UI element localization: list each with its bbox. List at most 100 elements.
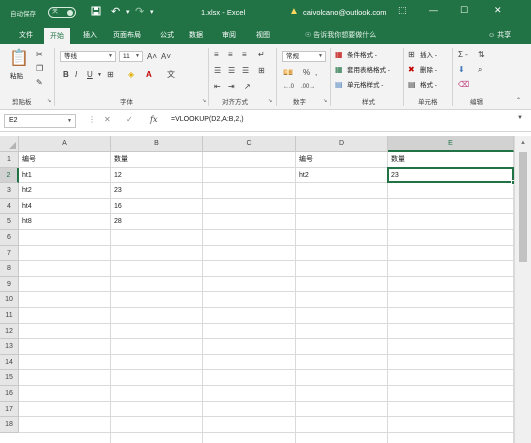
italic-button[interactable]: I	[75, 70, 77, 80]
insert-cells-button[interactable]: 插入 -	[420, 51, 437, 60]
account-email[interactable]: caivolcano@outlook.com	[303, 8, 387, 17]
cell-b2[interactable]: 12	[111, 168, 203, 184]
row-header-14[interactable]: 14	[0, 354, 19, 371]
cell-styles-button[interactable]: 单元格样式 -	[347, 81, 383, 90]
fill-color-icon[interactable]: ◈	[128, 70, 134, 80]
align-left-icon[interactable]: ☰	[214, 66, 221, 76]
cell-d1[interactable]: 编号	[296, 152, 388, 168]
tab-home[interactable]: 开始	[44, 28, 70, 44]
row-header-4[interactable]: 4	[0, 198, 19, 215]
cell-a3[interactable]: ht2	[19, 183, 111, 199]
cell-styles-icon[interactable]: ▤	[335, 80, 343, 90]
increase-font-icon[interactable]: A˄	[147, 52, 157, 62]
tab-file[interactable]: 文件	[19, 30, 33, 40]
comma-button[interactable]: ,	[315, 68, 317, 78]
align-bottom-icon[interactable]: ≡	[242, 50, 247, 60]
cell-e1[interactable]: 数量	[388, 152, 514, 168]
save-icon[interactable]	[91, 6, 101, 19]
number-launcher-icon[interactable]: ↘	[323, 96, 327, 106]
underline-button[interactable]: U	[87, 70, 93, 80]
decrease-decimal-icon[interactable]: .00→	[301, 82, 315, 92]
increase-indent-icon[interactable]: ⇥	[228, 82, 235, 92]
cell-b3[interactable]: 23	[111, 183, 203, 199]
tab-insert[interactable]: 插入	[83, 30, 97, 40]
name-box[interactable]: E2 ▼	[4, 114, 76, 128]
cell-b5[interactable]: 28	[111, 214, 203, 230]
autosum-icon[interactable]: Σ -	[458, 50, 468, 60]
insert-cells-icon[interactable]: ⊞	[408, 50, 415, 60]
row-header-6[interactable]: 6	[0, 230, 19, 246]
conditional-format-icon[interactable]: ▦	[335, 50, 343, 60]
cell-a5[interactable]: ht8	[19, 214, 111, 230]
decrease-font-icon[interactable]: A˅	[161, 52, 171, 62]
expand-formula-icon[interactable]: ▼	[517, 115, 523, 121]
cell-b4[interactable]: 16	[111, 199, 203, 215]
close-icon[interactable]: ✕	[494, 5, 502, 16]
row-header-13[interactable]: 13	[0, 339, 19, 355]
format-cells-button[interactable]: 格式 -	[420, 81, 437, 90]
select-all-button[interactable]	[0, 136, 19, 152]
paste-label[interactable]: 粘贴	[10, 72, 23, 81]
ribbon-display-icon[interactable]: ⬚	[398, 5, 407, 16]
align-right-icon[interactable]: ☰	[242, 66, 249, 76]
cut-icon[interactable]: ✂	[36, 50, 43, 60]
worksheet-grid[interactable]: A B C D E 1 编号 数量 编号 数量 2 ht1 12 ht2 23 3 ht2 23 4 ht4 16 5 ht…	[0, 136, 531, 443]
align-top-icon[interactable]: ≡	[214, 50, 219, 60]
undo-icon[interactable]: ↶	[111, 6, 120, 19]
share-button[interactable]: ☺ 共享	[488, 30, 511, 40]
row-header-8[interactable]: 8	[0, 261, 19, 277]
row-header-11[interactable]: 11	[0, 308, 19, 324]
cell-d2[interactable]: ht2	[296, 168, 388, 184]
delete-cells-button[interactable]: 删除 -	[420, 66, 437, 75]
cell-a2[interactable]: ht1	[19, 168, 111, 184]
row-header-3[interactable]: 3	[0, 183, 19, 199]
row-header-10[interactable]: 10	[0, 292, 19, 308]
tab-review[interactable]: 审阅	[222, 30, 236, 40]
tab-page-layout[interactable]: 页面布局	[113, 30, 141, 40]
cell-b1[interactable]: 数量	[111, 152, 203, 168]
borders-icon[interactable]: ⊞	[107, 70, 114, 80]
scroll-thumb[interactable]	[519, 152, 527, 262]
insert-function-button[interactable]: fx	[150, 115, 157, 124]
format-painter-icon[interactable]: ✎	[36, 78, 43, 88]
font-color-icon[interactable]: A	[146, 70, 152, 80]
column-header-c[interactable]: C	[203, 136, 296, 152]
row-header-7[interactable]: 7	[0, 245, 19, 262]
decrease-indent-icon[interactable]: ⇤	[214, 82, 221, 92]
format-table-icon[interactable]: ▦	[335, 65, 343, 75]
orientation-icon[interactable]: ↗	[244, 82, 251, 92]
formula-input[interactable]: =VLOOKUP(D2,A:B,2,)	[171, 116, 244, 123]
align-center-icon[interactable]: ☰	[228, 66, 235, 76]
tell-me-search[interactable]: ☉ 告诉我你想要做什么	[305, 30, 376, 40]
clipboard-launcher-icon[interactable]: ↘	[47, 96, 51, 106]
customize-qat-icon[interactable]: ▾	[150, 6, 154, 19]
chevron-down-icon[interactable]: ▼	[97, 70, 102, 80]
row-header-1[interactable]: 1	[0, 152, 19, 168]
column-header-a[interactable]: A	[19, 136, 111, 152]
tab-formulas[interactable]: 公式	[160, 30, 174, 40]
column-header-d[interactable]: D	[296, 136, 388, 152]
copy-icon[interactable]: ❐	[36, 64, 43, 74]
minimize-icon[interactable]: —	[429, 5, 438, 15]
delete-cells-icon[interactable]: ✖	[408, 65, 415, 75]
increase-decimal-icon[interactable]: ←.0	[283, 82, 294, 92]
maximize-icon[interactable]: ☐	[460, 5, 468, 16]
alignment-launcher-icon[interactable]: ↘	[268, 96, 272, 106]
bold-button[interactable]: B	[63, 70, 69, 80]
vertical-scrollbar[interactable]: ▲	[514, 136, 531, 443]
fill-icon[interactable]: ⬇	[458, 65, 465, 75]
row-header-5[interactable]: 5	[0, 214, 19, 230]
wrap-text-icon[interactable]: ↵	[258, 50, 265, 60]
clear-icon[interactable]: ⌫	[458, 80, 469, 90]
cancel-icon[interactable]: ✕	[104, 115, 111, 124]
row-header-17[interactable]: 17	[0, 401, 19, 418]
row-header-9[interactable]: 9	[0, 276, 19, 293]
scroll-up-icon[interactable]: ▲	[520, 140, 526, 146]
active-cell-outline[interactable]	[387, 166, 516, 186]
tab-data[interactable]: 数据	[189, 30, 203, 40]
format-table-button[interactable]: 套用表格格式 -	[347, 66, 390, 75]
phonetic-icon[interactable]: 文	[167, 70, 175, 80]
paste-icon[interactable]: 📋	[9, 50, 29, 68]
cell-a1[interactable]: 编号	[19, 152, 111, 168]
percent-button[interactable]: %	[303, 68, 310, 78]
